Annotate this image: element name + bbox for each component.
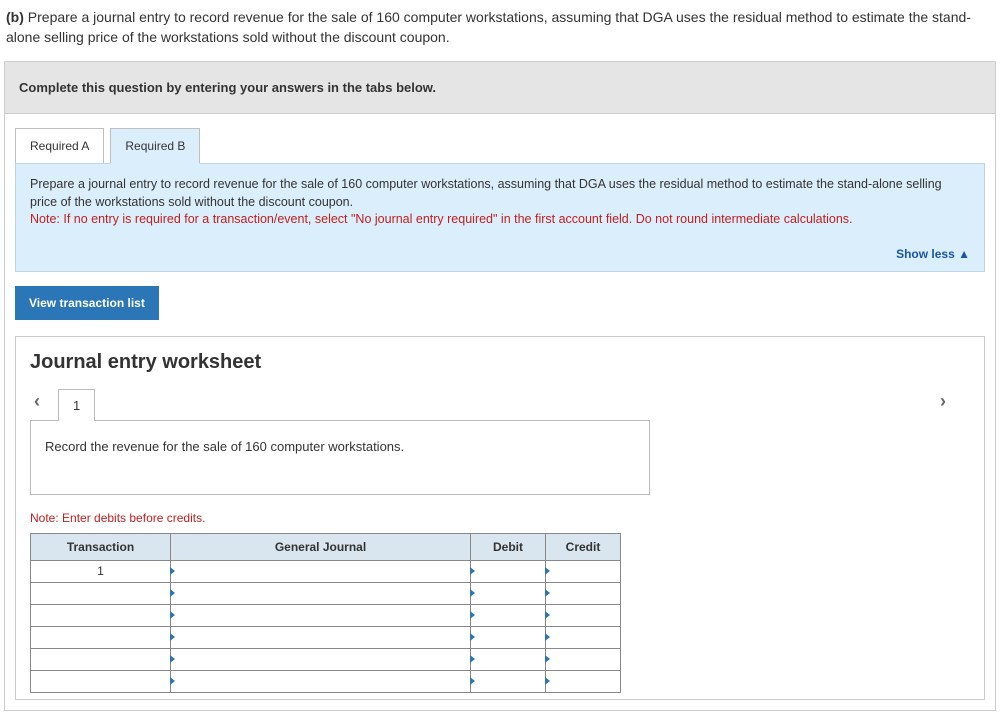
debit-input[interactable] xyxy=(471,583,545,604)
general-journal-cell[interactable] xyxy=(171,626,471,648)
account-input[interactable] xyxy=(171,671,470,692)
general-journal-cell[interactable] xyxy=(171,582,471,604)
credit-cell[interactable] xyxy=(546,670,621,692)
credit-input[interactable] xyxy=(546,583,620,604)
tab-required-b[interactable]: Required B xyxy=(110,128,200,164)
credit-input[interactable] xyxy=(546,561,620,582)
dropdown-arrow-icon xyxy=(545,655,550,663)
credit-cell[interactable] xyxy=(546,648,621,670)
show-less-toggle[interactable]: Show less ▲ xyxy=(30,247,970,261)
record-instruction-text: Record the revenue for the sale of 160 c… xyxy=(45,439,404,454)
table-row xyxy=(31,648,621,670)
transaction-number-cell xyxy=(31,648,171,670)
general-journal-cell[interactable] xyxy=(171,604,471,626)
transaction-number-cell xyxy=(31,604,171,626)
table-row xyxy=(31,582,621,604)
transaction-number-cell xyxy=(31,582,171,604)
account-input[interactable] xyxy=(171,583,470,604)
table-row xyxy=(31,626,621,648)
caret-up-icon: ▲ xyxy=(955,247,970,261)
credit-input[interactable] xyxy=(546,605,620,626)
requirement-description: Prepare a journal entry to record revenu… xyxy=(30,176,970,229)
debit-input[interactable] xyxy=(471,605,545,626)
table-row xyxy=(31,604,621,626)
account-input[interactable] xyxy=(171,605,470,626)
credit-cell[interactable] xyxy=(546,582,621,604)
dropdown-arrow-icon xyxy=(170,677,175,685)
question-prompt: (b) Prepare a journal entry to record re… xyxy=(0,0,1000,61)
dropdown-arrow-icon xyxy=(470,677,475,685)
pager-next-icon[interactable]: › xyxy=(936,391,970,420)
transaction-number-cell xyxy=(31,626,171,648)
debit-cell[interactable] xyxy=(471,670,546,692)
account-input[interactable] xyxy=(171,561,470,582)
credit-cell[interactable] xyxy=(546,604,621,626)
col-header-transaction: Transaction xyxy=(31,533,171,560)
debit-input[interactable] xyxy=(471,561,545,582)
debits-credits-note: Note: Enter debits before credits. xyxy=(30,511,970,525)
worksheet-pager: ‹ 1 › xyxy=(30,388,970,420)
worksheet-title: Journal entry worksheet xyxy=(30,351,970,374)
journal-entry-table: Transaction General Journal Debit Credit… xyxy=(30,533,621,693)
transaction-number-cell xyxy=(31,670,171,692)
dropdown-arrow-icon xyxy=(545,611,550,619)
requirement-desc-text: Prepare a journal entry to record revenu… xyxy=(30,177,942,209)
dropdown-arrow-icon xyxy=(470,611,475,619)
debit-cell[interactable] xyxy=(471,604,546,626)
debit-input[interactable] xyxy=(471,671,545,692)
table-row: 1 xyxy=(31,560,621,582)
col-header-credit: Credit xyxy=(546,533,621,560)
tab-required-a[interactable]: Required A xyxy=(15,128,104,164)
transaction-number-cell: 1 xyxy=(31,560,171,582)
dropdown-arrow-icon xyxy=(470,589,475,597)
tabs-row: Required A Required B xyxy=(5,114,995,164)
dropdown-arrow-icon xyxy=(545,677,550,685)
dropdown-arrow-icon xyxy=(545,567,550,575)
dropdown-arrow-icon xyxy=(170,655,175,663)
credit-cell[interactable] xyxy=(546,626,621,648)
show-less-label: Show less xyxy=(896,247,955,261)
instruction-bar: Complete this question by entering your … xyxy=(5,62,995,114)
requirement-panel: Prepare a journal entry to record revenu… xyxy=(15,163,985,272)
view-transaction-list-button[interactable]: View transaction list xyxy=(15,286,159,320)
record-instruction-box: Record the revenue for the sale of 160 c… xyxy=(30,420,650,495)
pager-page-1[interactable]: 1 xyxy=(58,389,95,421)
requirement-note: Note: If no entry is required for a tran… xyxy=(30,212,853,226)
debit-input[interactable] xyxy=(471,627,545,648)
debit-cell[interactable] xyxy=(471,560,546,582)
dropdown-arrow-icon xyxy=(170,567,175,575)
credit-cell[interactable] xyxy=(546,560,621,582)
dropdown-arrow-icon xyxy=(470,655,475,663)
general-journal-cell[interactable] xyxy=(171,670,471,692)
debit-input[interactable] xyxy=(471,649,545,670)
general-journal-cell[interactable] xyxy=(171,560,471,582)
col-header-debit: Debit xyxy=(471,533,546,560)
table-row xyxy=(31,670,621,692)
dropdown-arrow-icon xyxy=(170,589,175,597)
general-journal-cell[interactable] xyxy=(171,648,471,670)
journal-worksheet: Journal entry worksheet ‹ 1 › Record the… xyxy=(15,336,985,700)
debit-cell[interactable] xyxy=(471,648,546,670)
pager-prev-icon[interactable]: ‹ xyxy=(30,391,58,420)
dropdown-arrow-icon xyxy=(470,567,475,575)
dropdown-arrow-icon xyxy=(170,611,175,619)
answer-container: Complete this question by entering your … xyxy=(4,61,996,711)
dropdown-arrow-icon xyxy=(470,633,475,641)
dropdown-arrow-icon xyxy=(170,633,175,641)
col-header-general-journal: General Journal xyxy=(171,533,471,560)
credit-input[interactable] xyxy=(546,627,620,648)
dropdown-arrow-icon xyxy=(545,633,550,641)
question-label: (b) xyxy=(6,9,24,25)
credit-input[interactable] xyxy=(546,671,620,692)
debit-cell[interactable] xyxy=(471,626,546,648)
dropdown-arrow-icon xyxy=(545,589,550,597)
account-input[interactable] xyxy=(171,627,470,648)
account-input[interactable] xyxy=(171,649,470,670)
debit-cell[interactable] xyxy=(471,582,546,604)
question-body: Prepare a journal entry to record revenu… xyxy=(6,9,971,45)
credit-input[interactable] xyxy=(546,649,620,670)
